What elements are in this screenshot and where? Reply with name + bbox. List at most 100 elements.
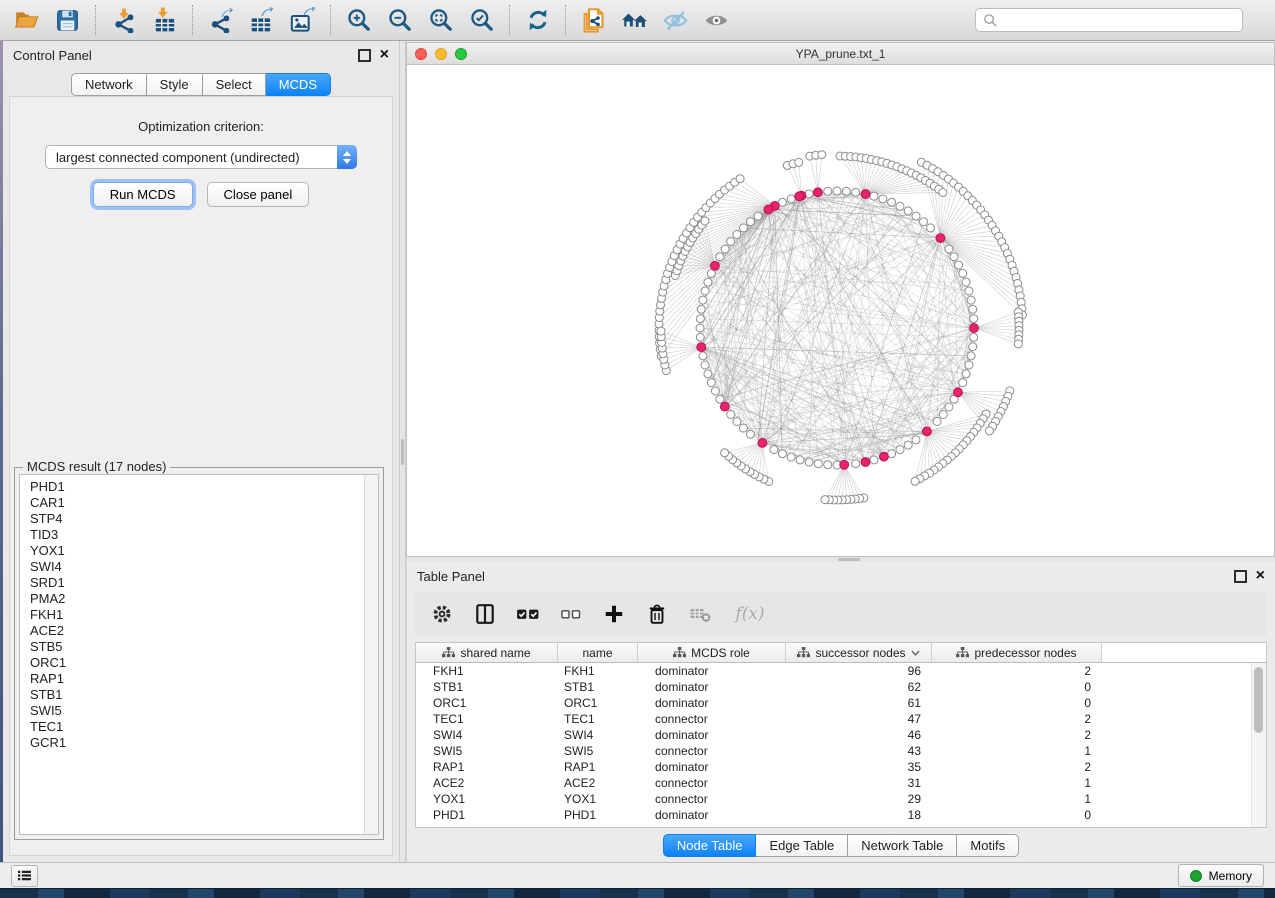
network-node[interactable] xyxy=(787,453,795,461)
open-file-button[interactable] xyxy=(6,3,47,37)
cell-shared-name[interactable]: SWI4 xyxy=(416,728,558,742)
cell-predecessor-nodes[interactable]: 1 xyxy=(932,792,1102,806)
cell-name[interactable]: SWI4 xyxy=(558,728,638,742)
network-node[interactable] xyxy=(939,411,947,419)
mcds-result-item[interactable]: STP4 xyxy=(30,511,378,527)
column-header-shared-name[interactable]: shared name xyxy=(416,643,558,663)
cell-successor-nodes[interactable]: 46 xyxy=(786,728,932,742)
add-column-button[interactable] xyxy=(601,601,627,627)
network-node[interactable] xyxy=(852,188,860,196)
cell-successor-nodes[interactable]: 43 xyxy=(786,744,932,758)
dominator-node[interactable] xyxy=(711,261,720,270)
network-node[interactable] xyxy=(805,458,813,466)
network-node[interactable] xyxy=(740,224,748,232)
table-scrollbar[interactable] xyxy=(1251,663,1266,827)
dominator-node[interactable] xyxy=(840,460,849,469)
network-node[interactable] xyxy=(721,449,729,457)
network-node[interactable] xyxy=(707,379,715,387)
cell-name[interactable]: ORC1 xyxy=(558,696,638,710)
network-node[interactable] xyxy=(716,253,724,261)
table-tab-node-table[interactable]: Node Table xyxy=(663,834,757,857)
tab-select[interactable]: Select xyxy=(203,73,266,96)
network-node[interactable] xyxy=(939,189,947,197)
cell-mcds-role[interactable]: connector xyxy=(638,712,786,726)
network-node[interactable] xyxy=(945,245,953,253)
cell-name[interactable]: SWI5 xyxy=(558,744,638,758)
cell-name[interactable]: PHD1 xyxy=(558,808,638,822)
network-node[interactable] xyxy=(870,456,878,464)
network-node[interactable] xyxy=(701,361,709,369)
cell-mcds-role[interactable]: connector xyxy=(638,776,786,790)
network-node[interactable] xyxy=(870,192,878,200)
network-node[interactable] xyxy=(701,217,709,225)
cell-predecessor-nodes[interactable]: 1 xyxy=(932,776,1102,790)
cell-name[interactable]: ACE2 xyxy=(558,776,638,790)
network-node[interactable] xyxy=(696,315,704,323)
network-node[interactable] xyxy=(733,231,741,239)
network-node[interactable] xyxy=(727,238,735,246)
network-node[interactable] xyxy=(727,411,735,419)
cell-successor-nodes[interactable]: 96 xyxy=(786,664,932,678)
network-node[interactable] xyxy=(696,333,704,341)
network-node[interactable] xyxy=(904,207,912,215)
network-canvas[interactable] xyxy=(407,64,1274,556)
cell-mcds-role[interactable]: dominator xyxy=(638,808,786,822)
dominator-node[interactable] xyxy=(764,205,773,214)
network-node[interactable] xyxy=(970,333,978,341)
network-node[interactable] xyxy=(778,450,786,458)
network-node[interactable] xyxy=(704,278,712,286)
mcds-result-item[interactable]: SWI5 xyxy=(30,703,378,719)
close-panel-button[interactable]: Close panel xyxy=(207,182,310,207)
cell-shared-name[interactable]: SWI5 xyxy=(416,744,558,758)
column-settings-button[interactable] xyxy=(429,601,455,627)
network-node[interactable] xyxy=(721,245,729,253)
dominator-node[interactable] xyxy=(861,190,870,199)
cell-predecessor-nodes[interactable]: 1 xyxy=(932,744,1102,758)
cell-name[interactable]: RAP1 xyxy=(558,760,638,774)
tab-mcds[interactable]: MCDS xyxy=(266,73,331,96)
network-node[interactable] xyxy=(911,477,919,485)
cell-shared-name[interactable]: TEC1 xyxy=(416,712,558,726)
network-node[interactable] xyxy=(945,403,953,411)
network-node[interactable] xyxy=(821,496,829,504)
cell-shared-name[interactable]: PHD1 xyxy=(416,808,558,822)
network-node[interactable] xyxy=(1014,340,1022,348)
dominator-node[interactable] xyxy=(720,402,729,411)
table-row[interactable]: TEC1TEC1connector472 xyxy=(416,711,1266,727)
table-row[interactable]: STB1STB1dominator620 xyxy=(416,679,1266,695)
network-node[interactable] xyxy=(986,427,994,435)
network-node[interactable] xyxy=(754,212,762,220)
vertical-splitter[interactable] xyxy=(399,41,406,862)
zoom-out-button[interactable] xyxy=(379,3,420,37)
network-node[interactable] xyxy=(970,315,978,323)
network-node[interactable] xyxy=(888,198,896,206)
network-node[interactable] xyxy=(697,305,705,313)
mcds-result-item[interactable]: SRD1 xyxy=(30,575,378,591)
import-network-button[interactable] xyxy=(103,3,144,37)
close-panel-icon[interactable]: × xyxy=(380,48,389,62)
network-node[interactable] xyxy=(955,261,963,269)
cell-mcds-role[interactable]: connector xyxy=(638,792,786,806)
delete-column-button[interactable] xyxy=(644,601,670,627)
network-node[interactable] xyxy=(833,187,841,195)
window-minimize-icon[interactable] xyxy=(435,48,447,60)
dominator-node[interactable] xyxy=(923,427,932,436)
cell-predecessor-nodes[interactable]: 2 xyxy=(932,760,1102,774)
network-node[interactable] xyxy=(912,212,920,220)
network-node[interactable] xyxy=(912,436,920,444)
cell-successor-nodes[interactable]: 47 xyxy=(786,712,932,726)
cell-name[interactable]: YOX1 xyxy=(558,792,638,806)
network-node[interactable] xyxy=(965,287,973,295)
hide-selected-button[interactable] xyxy=(655,3,696,37)
mcds-result-item[interactable]: ACE2 xyxy=(30,623,378,639)
mcds-result-item[interactable]: TEC1 xyxy=(30,719,378,735)
network-node[interactable] xyxy=(770,446,778,454)
import-table-button[interactable] xyxy=(144,3,185,37)
network-node[interactable] xyxy=(696,324,704,332)
mcds-result-item[interactable]: SWI4 xyxy=(30,559,378,575)
table-row[interactable]: YOX1YOX1connector291 xyxy=(416,791,1266,807)
window-maximize-icon[interactable] xyxy=(455,48,467,60)
cell-predecessor-nodes[interactable]: 0 xyxy=(932,696,1102,710)
cell-name[interactable]: TEC1 xyxy=(558,712,638,726)
cell-successor-nodes[interactable]: 35 xyxy=(786,760,932,774)
